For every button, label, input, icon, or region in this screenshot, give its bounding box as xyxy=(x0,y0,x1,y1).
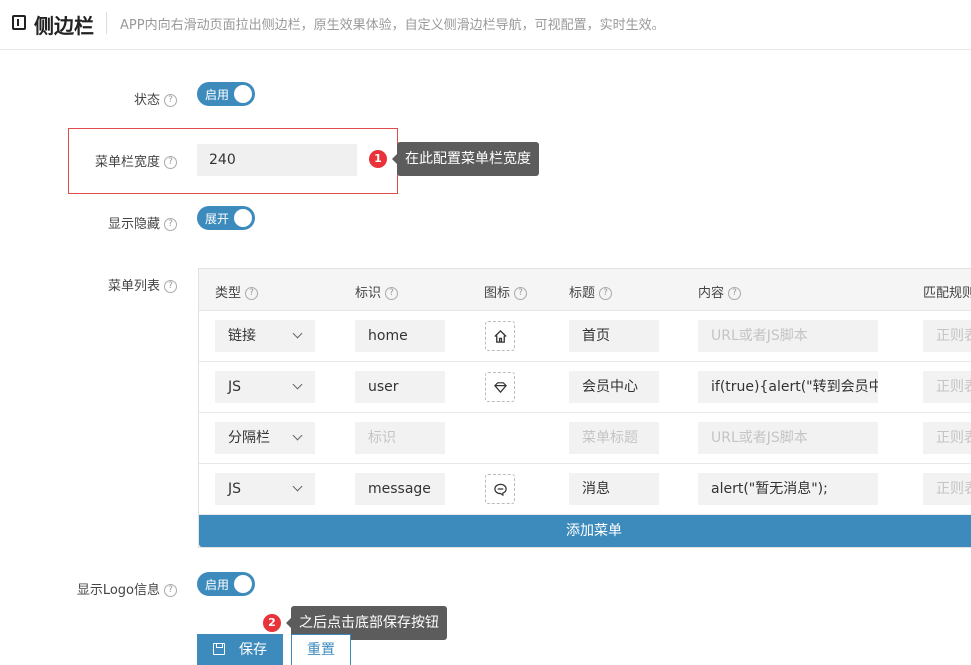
help-icon[interactable]: ? xyxy=(164,584,177,597)
table-row: JS user 会员中心 if(true){alert("转到会员中心")} 正… xyxy=(199,362,971,413)
table-row: JS message 消息 alert("暂无消息"); 正则表达式 xyxy=(199,464,971,515)
table-row: 链接 home 首页 URL或者JS脚本 正则表达式 xyxy=(199,311,971,362)
type-select[interactable]: JS xyxy=(215,371,315,403)
show-logo-label: 显示Logo信息? xyxy=(77,579,177,598)
tooltip-step-1: 在此配置菜单栏宽度 xyxy=(392,142,539,176)
diamond-icon xyxy=(494,382,507,394)
help-icon[interactable]: ? xyxy=(514,287,528,300)
help-icon[interactable]: ? xyxy=(385,287,399,300)
table-row: 分隔栏 标识 菜单标题 URL或者JS脚本 正则表达式 xyxy=(199,413,971,464)
step-badge-2: 2 xyxy=(263,614,281,632)
status-toggle[interactable]: 启用 xyxy=(197,82,255,106)
header-divider xyxy=(106,12,107,34)
help-icon[interactable]: ? xyxy=(599,287,613,300)
menu-width-label: 菜单栏宽度? xyxy=(95,151,177,170)
floppy-icon xyxy=(213,643,225,655)
chevron-down-icon xyxy=(292,379,303,390)
col-header-title: 标题? xyxy=(569,282,613,301)
content-input[interactable]: URL或者JS脚本 xyxy=(698,320,878,352)
type-select[interactable]: JS xyxy=(215,473,315,505)
title-input[interactable]: 菜单标题 xyxy=(569,422,659,454)
col-header-id: 标识? xyxy=(355,282,399,301)
help-icon[interactable]: ? xyxy=(164,280,177,293)
menu-table: 类型? 标识? 图标? 标题? 内容? 匹配规则 链接 home 首页 URL或… xyxy=(198,268,971,548)
title-input[interactable]: 首页 xyxy=(569,320,659,352)
show-hide-toggle[interactable]: 展开 xyxy=(197,206,255,230)
page-header: 侧边栏 APP内向右滑动页面拉出侧边栏，原生效果体验，自定义侧滑边栏导航，可视配… xyxy=(0,0,971,50)
title-input[interactable]: 消息 xyxy=(569,473,659,505)
reset-button[interactable]: 重置 xyxy=(291,634,351,665)
type-select[interactable]: 链接 xyxy=(215,320,315,352)
col-header-icon: 图标? xyxy=(484,282,528,301)
icon-picker[interactable] xyxy=(485,474,515,504)
home-icon xyxy=(494,329,507,343)
title-input[interactable]: 会员中心 xyxy=(569,371,659,403)
help-icon[interactable]: ? xyxy=(728,287,742,300)
icon-picker[interactable] xyxy=(485,372,515,402)
help-icon[interactable]: ? xyxy=(164,156,177,169)
table-header: 类型? 标识? 图标? 标题? 内容? 匹配规则 xyxy=(199,269,971,311)
save-button[interactable]: 保存 xyxy=(197,634,283,665)
page-description: APP内向右滑动页面拉出侧边栏，原生效果体验，自定义侧滑边栏导航，可视配置，实时… xyxy=(120,18,665,33)
content-input[interactable]: alert("暂无消息"); xyxy=(698,473,878,505)
help-icon[interactable]: ? xyxy=(245,287,259,300)
show-hide-label: 显示隐藏? xyxy=(108,213,177,232)
menu-list-label: 菜单列表? xyxy=(108,275,177,294)
rule-input[interactable]: 正则表达式 xyxy=(923,422,971,454)
chat-icon xyxy=(494,483,507,497)
id-input[interactable]: 标识 xyxy=(355,422,445,454)
add-menu-button[interactable]: 添加菜单 xyxy=(199,515,971,547)
rule-input[interactable]: 正则表达式 xyxy=(923,320,971,352)
col-header-type: 类型? xyxy=(215,282,259,301)
help-icon[interactable]: ? xyxy=(164,94,177,107)
menu-width-input[interactable]: 240 xyxy=(197,144,357,176)
id-input[interactable]: user xyxy=(355,371,445,403)
type-select[interactable]: 分隔栏 xyxy=(215,422,315,454)
show-logo-toggle[interactable]: 启用 xyxy=(197,572,255,596)
step-badge-1: 1 xyxy=(369,150,387,168)
chevron-down-icon xyxy=(292,430,303,441)
id-input[interactable]: home xyxy=(355,320,445,352)
icon-picker[interactable] xyxy=(485,321,515,351)
col-header-rule: 匹配规则 xyxy=(923,286,971,301)
page-title: 侧边栏 xyxy=(34,14,94,38)
content-input[interactable]: URL或者JS脚本 xyxy=(698,422,878,454)
help-icon[interactable]: ? xyxy=(164,218,177,231)
status-label: 状态? xyxy=(134,89,177,108)
chevron-down-icon xyxy=(292,481,303,492)
rule-input[interactable]: 正则表达式 xyxy=(923,371,971,403)
col-header-content: 内容? xyxy=(698,282,742,301)
id-input[interactable]: message xyxy=(355,473,445,505)
sidebar-icon xyxy=(12,15,26,30)
content-input[interactable]: if(true){alert("转到会员中心")} xyxy=(698,371,878,403)
rule-input[interactable]: 正则表达式 xyxy=(923,473,971,505)
chevron-down-icon xyxy=(292,328,303,339)
